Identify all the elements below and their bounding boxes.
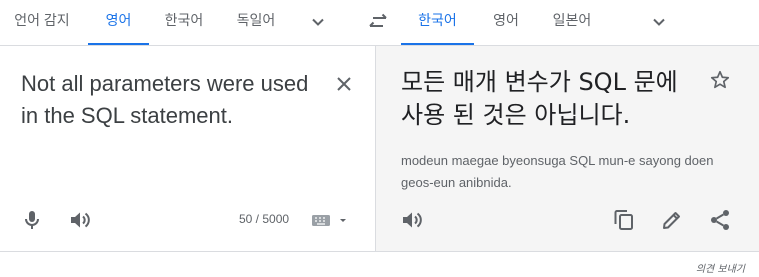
tab-target-korean[interactable]: 한국어 — [401, 0, 474, 45]
tab-label: 일본어 — [552, 12, 592, 28]
footer-bar: 의견 보내기 — [0, 251, 759, 277]
tab-source-detect-language[interactable]: 언어 감지 — [0, 0, 84, 45]
swap-languages-button[interactable] — [362, 6, 394, 38]
input-tools-button[interactable] — [308, 208, 352, 232]
tab-label: 영어 — [493, 12, 519, 28]
tab-source-german[interactable]: 독일어 — [224, 0, 288, 45]
send-feedback-link[interactable]: 의견 보내기 — [696, 260, 745, 275]
star-icon — [710, 70, 730, 89]
tab-label: 독일어 — [236, 12, 276, 28]
tab-target-english[interactable]: 영어 — [480, 0, 532, 45]
tab-label: 언어 감지 — [14, 12, 70, 28]
edit-translation-button[interactable] — [658, 206, 686, 234]
tab-label: 한국어 — [418, 12, 457, 28]
tab-target-japanese[interactable]: 일본어 — [540, 0, 604, 45]
tab-source-english[interactable]: 영어 — [88, 0, 149, 45]
copy-translation-button[interactable] — [610, 206, 638, 234]
speaker-icon — [403, 212, 422, 228]
translation-panel: 모든 매개 변수가 SQL 문에 사용 된 것은 아닙니다. modeun ma… — [376, 46, 759, 251]
save-translation-button[interactable] — [706, 66, 734, 94]
chevron-down-icon — [312, 18, 324, 26]
tab-label: 영어 — [105, 12, 132, 28]
keyboard-icon — [312, 215, 346, 226]
translation-output: 모든 매개 변수가 SQL 문에 사용 된 것은 아닙니다. — [401, 68, 678, 129]
tab-source-korean[interactable]: 한국어 — [152, 0, 216, 45]
more-target-languages-button[interactable] — [643, 6, 675, 38]
share-icon — [711, 210, 729, 230]
language-bar: 언어 감지 영어 한국어 독일어 한국어 영어 일본어 — [0, 0, 759, 46]
tab-label: 한국어 — [164, 12, 204, 28]
share-translation-button[interactable] — [706, 206, 734, 234]
speaker-icon — [71, 212, 90, 228]
clear-source-button[interactable] — [330, 70, 358, 98]
pencil-icon — [663, 212, 680, 229]
listen-translation-button[interactable] — [398, 206, 426, 234]
mic-icon — [25, 211, 39, 229]
swap-icon — [369, 13, 387, 27]
copy-icon — [614, 210, 633, 230]
voice-input-button[interactable] — [18, 206, 46, 234]
source-text-input[interactable]: Not all parameters were used in the SQL … — [21, 68, 321, 132]
character-count: 50 / 5000 — [239, 212, 290, 226]
romanization-text: modeun maegae byeonsuga SQL mun-e sayong… — [401, 153, 714, 190]
listen-source-button[interactable] — [66, 206, 94, 234]
source-panel: Not all parameters were used in the SQL … — [0, 46, 376, 251]
chevron-down-icon — [653, 18, 665, 26]
more-source-languages-button[interactable] — [302, 6, 334, 38]
close-icon — [337, 77, 351, 91]
